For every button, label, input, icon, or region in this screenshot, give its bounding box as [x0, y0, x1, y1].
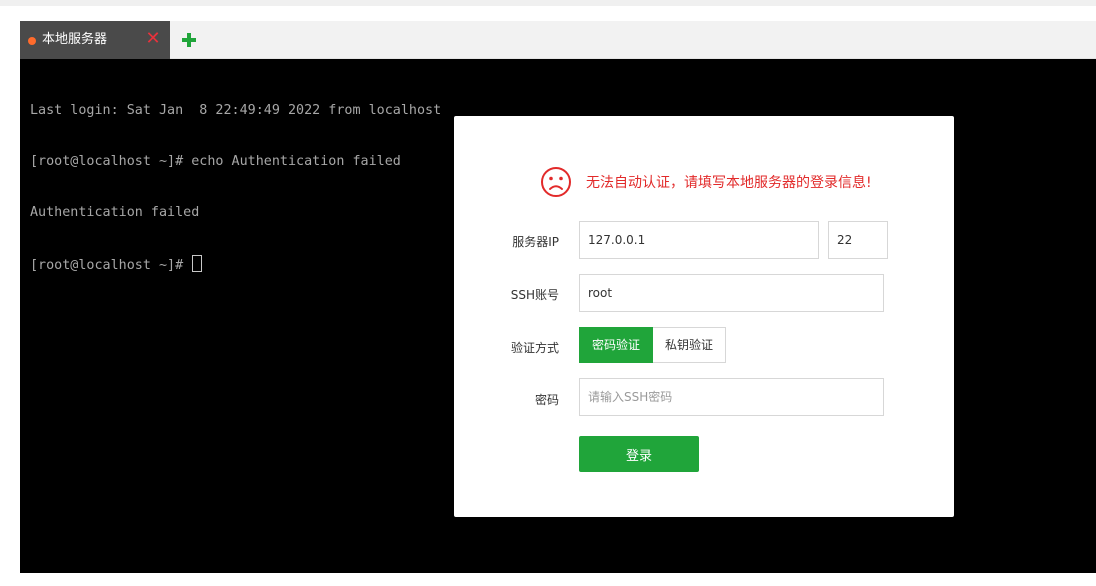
auth-method-toggle: 密码验证 私钥验证 — [579, 327, 727, 363]
terminal-line: [root@localhost ~]# echo Authentication … — [30, 154, 401, 169]
terminal-line: Authentication failed — [30, 205, 200, 220]
ssh-account-label: SSH账号 — [510, 288, 559, 302]
auth-error-alert: 无法自动认证，请填写本地服务器的登录信息! — [540, 166, 872, 198]
close-icon[interactable]: ✕ — [144, 30, 162, 48]
password-label: 密码 — [534, 393, 559, 407]
sad-face-icon — [541, 167, 571, 197]
private-key-auth-option[interactable]: 私钥验证 — [653, 327, 727, 363]
connection-status-dot — [28, 37, 36, 45]
server-ip-label: 服务器IP — [512, 235, 559, 249]
terminal-line: Last login: Sat Jan 8 22:49:49 2022 from… — [30, 103, 442, 118]
tab-bar: 本地服务器 ✕ — [20, 21, 1096, 59]
tab-local-server[interactable]: 本地服务器 ✕ — [20, 21, 170, 59]
terminal-prompt: [root@localhost ~]# — [30, 258, 192, 273]
port-input[interactable] — [828, 221, 888, 259]
login-dialog: 无法自动认证，请填写本地服务器的登录信息! 服务器IP SSH账号 验证方式 密… — [454, 116, 954, 517]
password-auth-option[interactable]: 密码验证 — [579, 327, 654, 363]
ssh-account-input[interactable] — [579, 274, 884, 312]
terminal-output: Last login: Sat Jan 8 22:49:49 2022 from… — [30, 68, 441, 306]
server-ip-input[interactable] — [579, 221, 819, 259]
alert-message: 无法自动认证，请填写本地服务器的登录信息! — [586, 175, 872, 191]
login-button[interactable]: 登录 — [579, 436, 699, 472]
auth-method-label: 验证方式 — [510, 341, 559, 355]
terminal-cursor — [192, 255, 203, 272]
terminal-prompt-line: [root@localhost ~]# — [30, 255, 441, 273]
plus-icon[interactable] — [179, 30, 199, 50]
password-input[interactable] — [579, 378, 884, 416]
tab-label: 本地服务器 — [42, 32, 108, 47]
